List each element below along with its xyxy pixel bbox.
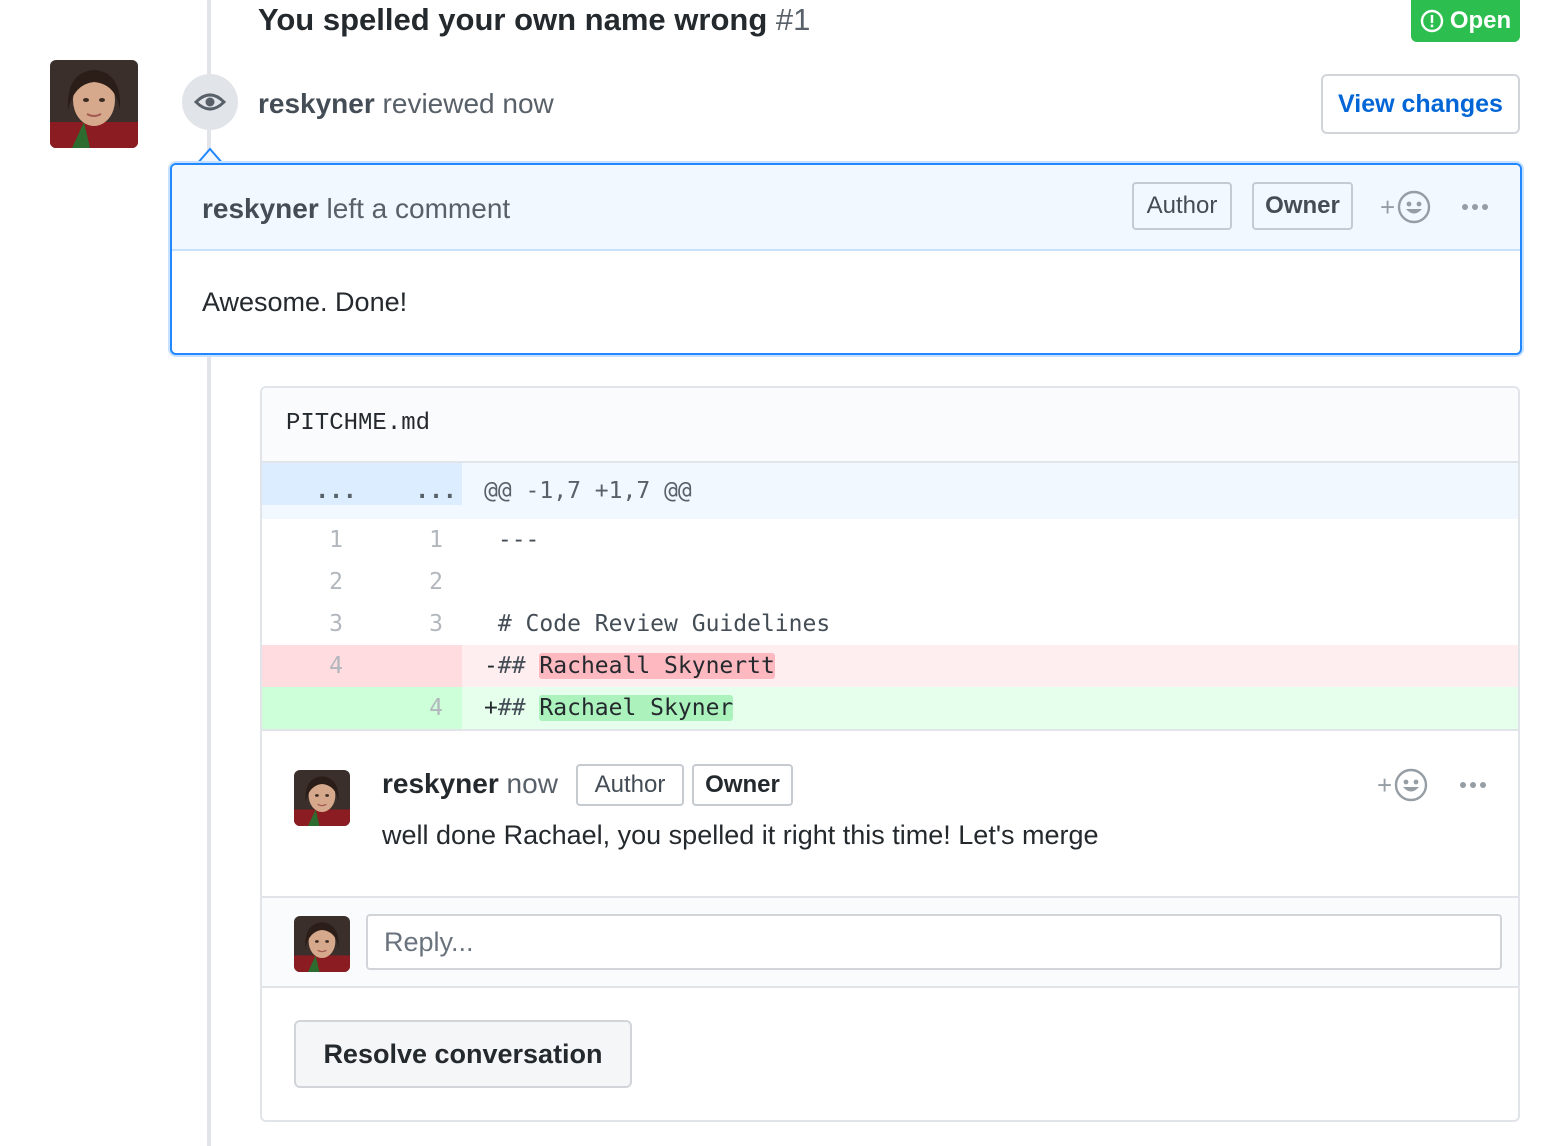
smiley-icon [1397,190,1431,224]
diff-line-text: ## [497,695,540,721]
diff-sign: + [484,695,498,721]
comment-options-button[interactable] [1459,781,1487,789]
review-author-link[interactable]: reskyner [258,88,375,119]
diff-sign [484,611,498,637]
thread-comment-header: reskyner now [382,768,558,800]
pr-title-text: You spelled your own name wrong [258,2,768,37]
new-line-number[interactable]: 1 [392,519,480,561]
diff-sign: - [484,653,498,679]
reply-area [262,896,1518,988]
comment-author-link[interactable]: reskyner [202,193,319,224]
avatar-image [50,60,138,148]
diff-line-code: --- [484,519,540,561]
avatar[interactable] [50,60,138,148]
review-event-badge [182,74,238,130]
owner-label: Owner [692,764,793,806]
kebab-horizontal-icon [1462,204,1488,210]
expand-up-button[interactable]: ... [292,463,380,519]
resolve-conversation-button[interactable]: Resolve conversation [294,1020,632,1088]
comment-options-button[interactable] [1461,203,1489,211]
avatar-image [294,770,350,826]
avatar[interactable] [294,770,350,826]
kebab-horizontal-icon [1460,782,1486,788]
thread-comment-body: well done Rachael, you spelled it right … [382,820,1099,850]
add-reaction-button[interactable]: + [1380,190,1431,224]
new-line-number[interactable] [392,645,480,687]
file-name[interactable]: PITCHME.md [286,410,430,437]
new-line-number[interactable]: 3 [392,603,480,645]
new-line-number[interactable]: 2 [392,561,480,603]
review-comment-title: reskyner left a comment [202,193,510,225]
old-line-number[interactable] [292,687,380,729]
divider [262,729,1518,731]
review-header: reskyner reviewed now [258,88,554,120]
author-label: Author [576,764,684,806]
diff-line-code: + ## Rachael Skyner [484,687,734,729]
diff-line-deletion: 4 - ## Racheall Skynertt [262,645,1518,687]
diff-line-text: ## [497,653,540,679]
thread-timestamp[interactable]: now [507,768,558,799]
eye-icon [194,93,226,111]
review-action: reviewed now [382,88,554,119]
diff-line-text: # Code Review Guidelines [497,611,831,637]
diff-line: 2 2 [262,561,1518,603]
old-line-number[interactable]: 2 [292,561,380,603]
diff-line-code: - ## Racheall Skynertt [484,645,775,687]
smiley-icon [1394,768,1428,802]
issue-opened-icon [1420,9,1444,33]
reply-input[interactable] [366,914,1502,970]
new-line-number[interactable]: 4 [392,687,480,729]
pr-state-label: Open [1449,7,1512,34]
plus-icon: + [1377,769,1393,800]
diff-line-code: # Code Review Guidelines [484,603,830,645]
diff-line: 1 1 --- [262,519,1518,561]
diff-hunk-header: ... ... @@ -1,7 +1,7 @@ [262,463,1518,519]
old-line-number[interactable]: 1 [292,519,380,561]
thread-author-link[interactable]: reskyner [382,768,499,799]
diff-sign [484,527,498,553]
diff-line-addition: 4 + ## Rachael Skyner [262,687,1518,729]
add-reaction-button[interactable]: + [1377,768,1428,802]
review-comment-body: Awesome. Done! [202,287,408,317]
pr-state-badge: Open [1411,0,1520,42]
expand-down-button[interactable]: ... [392,463,480,519]
file-header: PITCHME.md [262,388,1518,463]
old-line-number[interactable]: 4 [292,645,380,687]
owner-label: Owner [1252,182,1353,230]
old-line-number[interactable]: 3 [292,603,380,645]
avatar-image [294,916,350,972]
review-thread-file: PITCHME.md ... ... @@ -1,7 +1,7 @@ 1 1 -… [260,386,1520,1122]
review-comment-header: reskyner left a comment Author Owner + [172,165,1520,251]
pr-number: #1 [775,2,811,37]
pr-title: You spelled your own name wrong #1 [258,2,810,38]
author-label: Author [1132,182,1232,230]
deleted-word-highlight: Racheall Skynertt [539,653,775,679]
hunk-header-text: @@ -1,7 +1,7 @@ [484,478,692,504]
comment-action: left a comment [326,193,511,224]
diff-sign [484,569,498,595]
plus-icon: + [1380,191,1396,222]
added-word-highlight: Rachael Skyner [539,695,734,721]
diff-line: 3 3 # Code Review Guidelines [262,603,1518,645]
avatar[interactable] [294,916,350,972]
diff-line-code [484,561,498,603]
view-changes-button[interactable]: View changes [1321,74,1520,134]
diff-line-text: --- [497,527,540,553]
review-comment: reskyner left a comment Author Owner + A… [170,163,1522,355]
